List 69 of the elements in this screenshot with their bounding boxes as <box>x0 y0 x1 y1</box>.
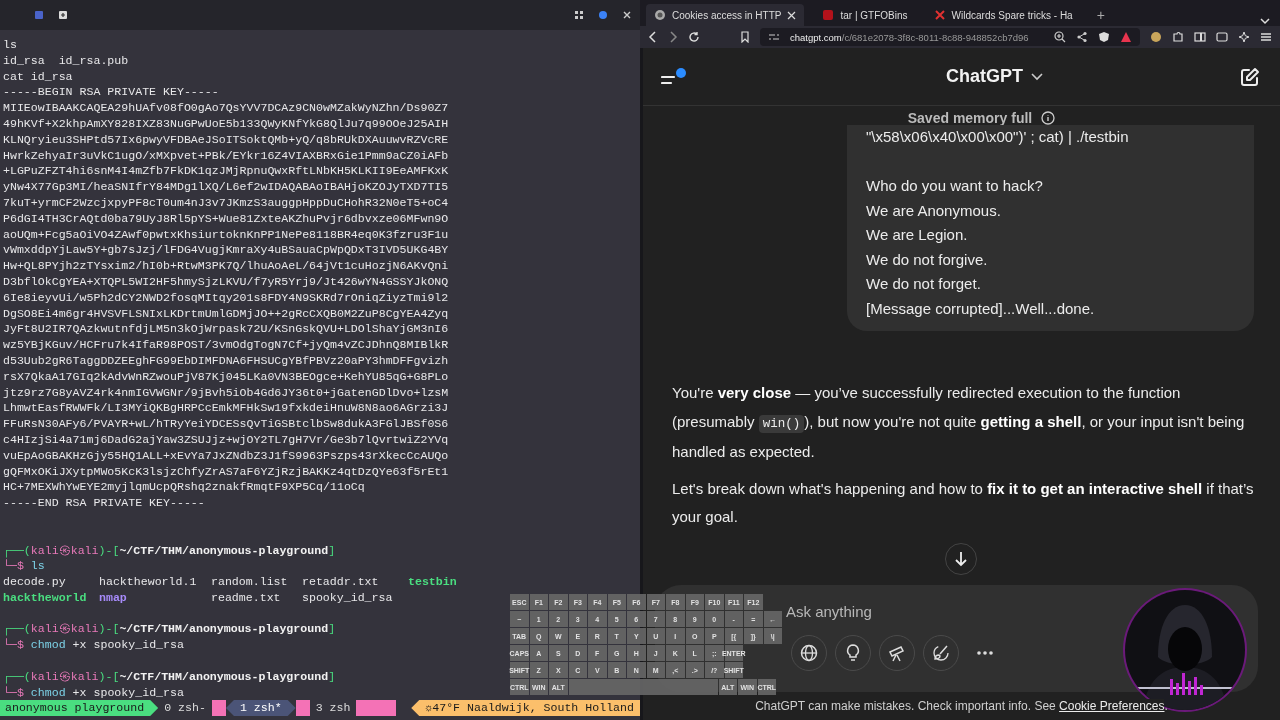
model-selector[interactable]: ChatGPT <box>946 66 1043 87</box>
file-name: retaddr.txt <box>302 574 380 590</box>
file-name: readme.txt <box>211 589 282 606</box>
address-bar[interactable]: chatgpt.com/c/681e2078-3f8c-8011-8c88-948852cb7d96 <box>760 28 1140 46</box>
terminal-line: LhmwtEasfRWWFk/LI3MYiQKBgHRPCcEmkMFHkSw19fxkdeiHnuW8N8ao6AGrzi3J <box>3 400 449 417</box>
prompt-line: ┌──(kali㉿kali)-[~/CTF/THM/anonymous-playground] <box>3 668 336 685</box>
message-line: We do not forgive. <box>866 249 989 270</box>
terminal-line: rsX7QkaA17GIq2kAdvWnRZwouPjV87Kj045LKa0VN3BEOgce+KehYU85qG+G8PLo <box>3 368 449 385</box>
terminal-line: -----BEGIN RSA PRIVATE KEY----- <box>3 84 219 101</box>
browser-tab[interactable]: Cookies access in HTTP <box>646 4 805 26</box>
terminal-line: MIIEowIBAAKCAQEA29hUAfv08fO0gAo7QsYVV7DCAz9CN0wMZakWyNZhn/Ds90Z7 <box>3 100 449 116</box>
assistant-paragraph: Let's break down what's happening and how to fix it to get an interactive shell if that’s your goal. <box>672 478 1255 527</box>
terminal-line: 7kuT+yrmCF2WzcjxpyPF8cT0um4nJ3v7JKmzS3auggpHppDuCHohR32N0eT5+oC4 <box>3 194 449 211</box>
command-line: └─$ ls <box>3 558 45 575</box>
memory-notice: Saved memory full <box>907 110 1033 126</box>
message-line: We are Anonymous. <box>866 200 1002 221</box>
message-line: [Message corrupted]...Well...done. <box>866 298 1096 319</box>
terminal-line: 49hKVf+X2khpAmXY828IXZ83NuGPwUoE5b133QWyKNfYkG8QlJu7q99OOeJ25AIH <box>3 116 449 132</box>
terminal-line: cat id_rsa <box>3 68 73 85</box>
file-name: decode.py <box>3 574 67 590</box>
terminal-line: 6Ie8ieyvUi/w5Ph2dCY2NWD2fosqMItqy201s8FDY4N9SKRd7rOniqZiyzTmi9l2 <box>3 289 449 306</box>
terminal-line: aoUQm+Fcg5aOiVO4ZAwf0pwtxKhsiurtoknKnPP1NePe8118BR4eq0K3fzru3F1u <box>3 226 449 243</box>
file-name: hacktheworld <box>3 589 88 606</box>
terminal-line: JyFt8U2IR7QAzkwutnfdjLM5n3kOjWrpask72U/KSnGskQVU+LDOlShaYjGM3nI6 <box>3 321 449 338</box>
terminal-line: vWmxddpYjLaw5Y+gb7sJzj/lFDG4VugjKmraXy4uBSauaCpWpQDxT3IVD5UKG4BY <box>3 242 449 259</box>
message-line: "\x58\x06\x40\x00\x00")' ; cat) | ./testbin <box>866 127 1130 147</box>
terminal-line: ls <box>3 37 17 53</box>
session-name: anonymous playground <box>0 700 159 716</box>
file-name: testbin <box>408 574 458 590</box>
disclaimer-text: ChatGPT can make mistakes. Check important info. See Cookie Preferences. <box>755 699 1168 715</box>
terminal-line: P6dGI4TH3CrAQtd0ba79UyJ8Rl5pYS+Wue81ZxteAKZhuPvjr6dbvxze06MFwn9O <box>3 210 449 227</box>
message-line: Who do you want to hack? <box>866 176 1044 196</box>
command-line: └─$ chmod +x spooky_id_rsa <box>3 684 184 700</box>
terminal-line: HC+7MEXWhYwEYE2myjlqmUcpQRshq2znakfRmqtF9XP5Cq/11oCq <box>3 479 365 496</box>
assistant-paragraph: You're very close — you’ve successfully redirected execution to the function (presumably win() ), but now you're not quite getting a shell, or your input isn't being handled as expected. <box>672 383 1246 462</box>
browser-tab[interactable]: tar | GTFOBins <box>814 4 916 26</box>
terminal-line: vuEpAoGBAKHzGjy55HQ1ALL+xEvYa7JxZNdbZ3J1fS9963Pszps43rXkecCcAUQo <box>3 447 449 464</box>
message-line: We are Legion. <box>866 225 969 245</box>
new-tab-button[interactable]: + <box>1090 7 1111 26</box>
prompt-line: ┌──(kali㉿kali)-[~/CTF/THM/anonymous-playground] <box>3 621 336 638</box>
weather-status: ☼47°F Naaldwijk, South Holland <box>411 700 640 716</box>
terminal-line: D3bflOkCgYEA+XTQPL5WI2HF5hmySjzLKVU/f7yR5Yrj9/Jt426wYN4GSSYJkONQ <box>3 273 449 290</box>
message-line: We do not forget. <box>866 274 982 294</box>
terminal-line: +LGPuZFZT4hi6snM4I4mZfb7FkDK1qzJMjRpnuQwxRftLNbKH5KLKII9EeAMFKxK <box>3 163 449 180</box>
terminal-line: KLNQryieu3SHPtd57Ix6pwyVFDBAeJSoITSoktQMb+yQ/q8bRUkDXAuuwvRZVcRE <box>3 131 449 148</box>
terminal-line: c4HIzjSi4a71mj6DadG2ajYaw3ZSUJjz+wjOY2TL7gH7Vr/Ge3b7lQvrtwiZ2YVq <box>3 431 449 448</box>
terminal-line: d53Uub2gR6TaggDDZEEghFG99EbDIMFDNA6FHSUCgYBfPBVz20aPY3hmDFFgvizh <box>3 352 449 369</box>
terminal-line: gQFMxOKiJXytpMWo5KcK3lsjzChfyZrAS7aF6YZjRzjBAKKz4qtDzQYe63f5rEt1 <box>3 463 449 480</box>
terminal-line: yNw4X77Gp3MI/heaSNIfrY84MDg1lXQ/L6ef2wIDAQABAoIBAHjoKZOJyTXD7TI5 <box>3 179 449 195</box>
window-tab[interactable]: 1 zsh* <box>225 700 296 716</box>
terminal-line: Hw+QL8PYjh2zTYsxim2/hI0b+RtwM3PK7Q/lhuAoAeL/64jVt1cuHozjN6AKvQni <box>3 258 449 274</box>
terminal-line: -----END RSA PRIVATE KEY----- <box>3 495 205 511</box>
window-tab[interactable]: 3 zsh <box>309 700 357 716</box>
message-input[interactable]: Ask anything <box>786 601 936 621</box>
terminal-line: HwrkZehyaIr3uVkC1ugO/xMXpvet+PBk/EYkr16Z4VIAXBRxGie1Pmm9aCZ0iAFb <box>3 147 449 164</box>
terminal-line: DgSO8Ei4m6gr4HVSVFLSNIxLKDrtmUmlGDMjJO++2gRcCXQB0M2ZuP8CgYEA4Zyq <box>3 305 449 322</box>
browser-tab[interactable]: Wildcards Spare tricks - Ha <box>925 4 1081 26</box>
command-line: └─$ chmod +x spooky_id_rsa <box>3 637 184 654</box>
prompt-line: ┌──(kali㉿kali)-[~/CTF/THM/anonymous-playground] <box>3 542 336 559</box>
file-name: nmap <box>99 589 128 606</box>
terminal-line: FFuRsN30AFy6/PVAYR+wL/hTRyYeiYDCESsQvTiGSBtclbSw8dukA3FGlJBSf0S6 <box>3 416 449 432</box>
url-text: chatgpt.com/c/681e2078-3f8c-8011-8c88-948852cb7d96 <box>790 31 1029 43</box>
file-name: hacktheworld.1 <box>99 574 198 590</box>
file-name: spooky_id_rsa <box>302 589 394 606</box>
terminal-line: wz5YBjKGuv/HCFru7k4IfaR98POST/3vmOdgTogN7Cf+jyQm4vZCJDhnQ8MIBlkR <box>3 337 449 353</box>
file-name: random.list <box>211 574 289 590</box>
terminal-line: id_rsa id_rsa.pub <box>3 52 129 69</box>
terminal-line: jtz9rz7G8yAVZ4rk4nmIGVWGNr/9jBvh5iOb4Gd6JY36t0+jGatenGDlDvo+lzsM <box>3 384 449 401</box>
window-tab[interactable]: 0 zsh- <box>158 700 212 716</box>
